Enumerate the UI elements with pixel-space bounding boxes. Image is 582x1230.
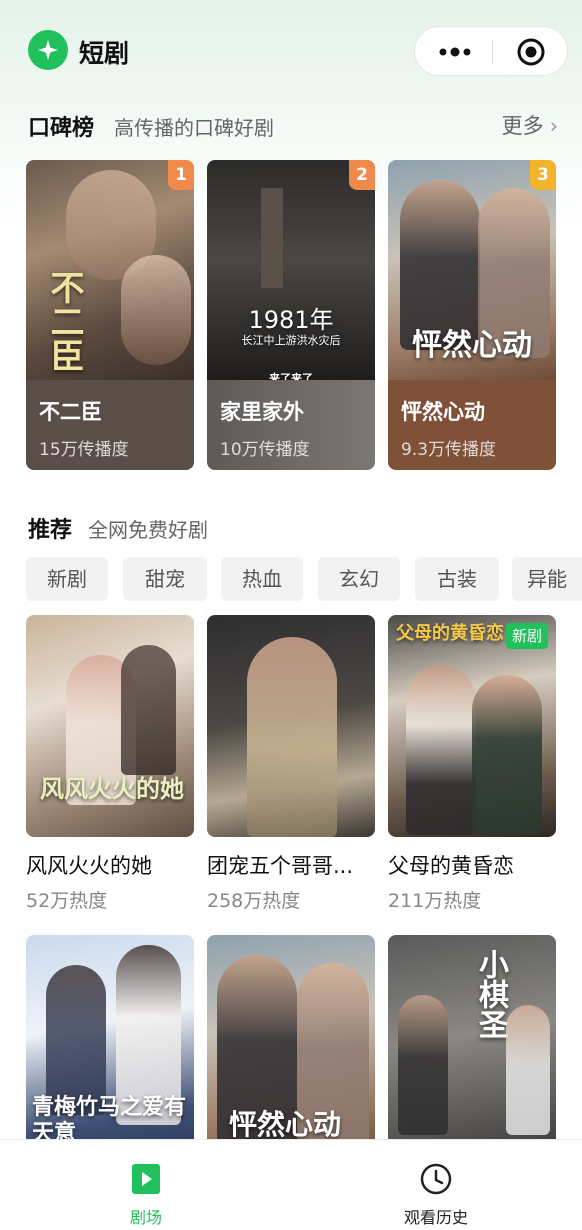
ranking-header: 口碑榜 高传播的口碑好剧 更多 ›: [28, 110, 558, 142]
drama-poster[interactable]: 父母的黄昏恋 新剧: [388, 615, 556, 837]
rank-badge: 3: [530, 160, 556, 190]
tab-label: 剧场: [129, 1208, 162, 1227]
play-count: 15万传播度: [39, 440, 129, 460]
drama-title[interactable]: 团宠五个哥哥...: [207, 850, 377, 880]
more-link[interactable]: 更多 ›: [502, 110, 558, 140]
category-chip[interactable]: 热血: [221, 557, 303, 601]
play-count: 10万传播度: [220, 440, 310, 460]
recommend-header: 推荐 全网免费好剧: [28, 512, 558, 544]
play-count: 9.3万传播度: [401, 440, 497, 460]
chevron-right-icon: ›: [549, 114, 558, 138]
more-dots-icon[interactable]: [435, 42, 475, 62]
mini-program-capsule: [414, 26, 568, 76]
rank-card[interactable]: 不二臣 不二臣 15万传播度 1: [26, 160, 194, 470]
card-info: 家里家外 10万传播度: [207, 380, 375, 470]
tab-bar: 剧场 观看历史: [0, 1139, 582, 1230]
heat-count: 258万热度: [207, 890, 301, 912]
drama-title[interactable]: 父母的黄昏恋: [388, 850, 558, 880]
poster-image: 怦然心动: [388, 160, 556, 380]
poster-image: 不二臣: [26, 160, 194, 380]
heat-count: 52万热度: [26, 890, 108, 912]
poster-title: 怦然心动: [412, 328, 532, 363]
card-info: 怦然心动 9.3万传播度: [388, 380, 556, 470]
poster-title: 1981年: [248, 306, 334, 334]
category-chip[interactable]: 甜宠: [123, 557, 207, 601]
tab-label: 观看历史: [403, 1208, 468, 1227]
heat-count: 211万热度: [388, 890, 482, 912]
drama-poster[interactable]: 风风火火的她: [26, 615, 194, 837]
drama-name: 不二臣: [39, 400, 102, 424]
drama-name: 怦然心动: [401, 400, 485, 424]
card-info: 不二臣 15万传播度: [26, 380, 194, 470]
drama-poster[interactable]: 青梅竹马之爱有天意: [26, 935, 194, 1157]
drama-title[interactable]: 风风火火的她: [26, 850, 196, 880]
sparkle-icon: [28, 30, 68, 70]
tab-history[interactable]: 观看历史: [356, 1140, 516, 1230]
category-chip[interactable]: 玄幻: [318, 557, 400, 601]
more-label: 更多: [501, 114, 544, 138]
category-chip[interactable]: 古装: [415, 557, 499, 601]
rank-card[interactable]: 1981年 长江中上游洪水灾后 来了来了 家里家外 10万传播度 2: [207, 160, 375, 470]
recommend-subtitle: 全网免费好剧: [88, 518, 208, 542]
tab-theater[interactable]: 剧场: [66, 1140, 226, 1230]
ranking-subtitle: 高传播的口碑好剧: [114, 116, 274, 140]
category-chip[interactable]: 新剧: [26, 557, 108, 601]
drama-poster[interactable]: [207, 615, 375, 837]
play-icon: [130, 1162, 162, 1196]
rank-badge: 1: [168, 160, 194, 190]
category-chip[interactable]: 异能: [512, 557, 582, 601]
drama-poster[interactable]: 小棋圣: [388, 935, 556, 1157]
poster-title: 不二臣: [44, 270, 84, 372]
capsule-divider: [492, 40, 493, 64]
rank-badge: 2: [349, 160, 375, 190]
app-title: 短剧: [79, 39, 130, 68]
ranking-title: 口碑榜: [28, 116, 95, 141]
poster-title: 怦然心动: [229, 1108, 342, 1141]
target-icon[interactable]: [516, 37, 546, 67]
poster-title: 父母的黄昏恋: [396, 623, 504, 644]
poster-title: 风风火火的她: [40, 775, 184, 803]
recommend-title: 推荐: [28, 518, 73, 543]
clock-icon: [420, 1162, 452, 1196]
drama-name: 家里家外: [220, 400, 304, 424]
poster-image: 1981年 长江中上游洪水灾后 来了来了: [207, 160, 375, 385]
rank-card[interactable]: 怦然心动 怦然心动 9.3万传播度 3: [388, 160, 556, 470]
poster-subtitle: 长江中上游洪水灾后: [241, 334, 341, 347]
drama-poster[interactable]: 怦然心动: [207, 935, 375, 1157]
app-header: 短剧: [0, 0, 582, 100]
new-badge: 新剧: [505, 623, 548, 649]
